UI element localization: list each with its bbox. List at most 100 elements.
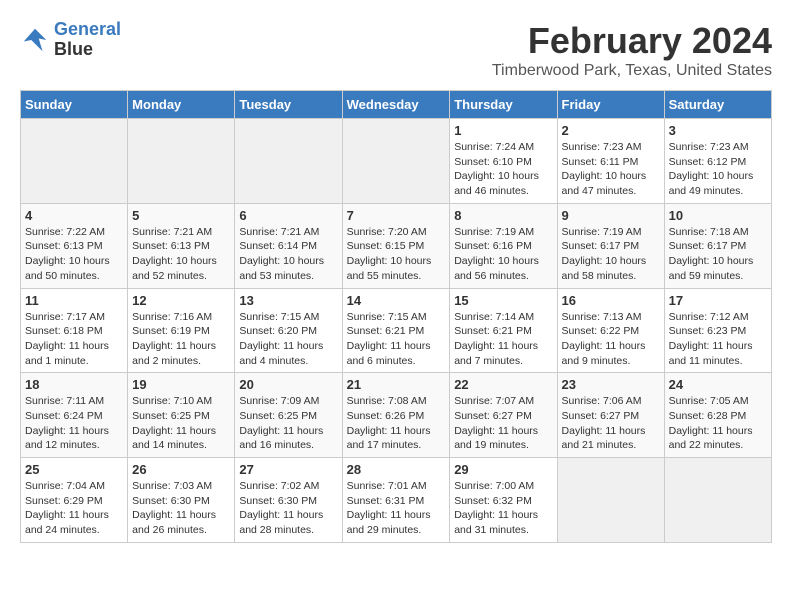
week-row-4: 18 Sunrise: 7:11 AMSunset: 6:24 PMDayligh… — [21, 373, 772, 458]
calendar-cell: 17Sunrise: 7:12 AMSunset: 6:23 PMDayligh… — [664, 288, 771, 373]
day-number: 7 — [347, 208, 446, 223]
day-header-saturday: Saturday — [664, 91, 771, 119]
day-info: Sunrise: 7:21 AMSunset: 6:14 PMDaylight:… — [239, 225, 337, 284]
day-info: Sunrise: 7:01 AMSunset: 6:31 PMDaylight:… — [347, 479, 446, 538]
day-number: 19 — [132, 377, 230, 392]
calendar-cell: 16 Sunrise: 7:13 AMSunset: 6:22 PMDayligh… — [557, 288, 664, 373]
day-info: Sunrise: 7:03 AMSunset: 6:30 PMDaylight:… — [132, 479, 230, 538]
calendar-cell: 3 Sunrise: 7:23 AMSunset: 6:12 PMDaylight… — [664, 119, 771, 204]
calendar-cell: 9 Sunrise: 7:19 AMSunset: 6:17 PMDaylight… — [557, 203, 664, 288]
header: GeneralBlue February 2024 Timberwood Par… — [20, 20, 772, 80]
calendar-cell: 14 Sunrise: 7:15 AMSunset: 6:21 PMDayligh… — [342, 288, 450, 373]
day-info: Sunrise: 7:11 AMSunset: 6:24 PMDaylight:… — [25, 394, 123, 453]
calendar-cell: 27 Sunrise: 7:02 AMSunset: 6:30 PMDayligh… — [235, 458, 342, 543]
day-info: Sunrise: 7:18 AMSunset: 6:17 PMDaylight:… — [669, 225, 767, 284]
day-info: Sunrise: 7:07 AMSunset: 6:27 PMDaylight:… — [454, 394, 552, 453]
calendar-table: SundayMondayTuesdayWednesdayThursdayFrid… — [20, 90, 772, 543]
day-info: Sunrise: 7:19 AMSunset: 6:17 PMDaylight:… — [562, 225, 660, 284]
week-row-1: 1 Sunrise: 7:24 AMSunset: 6:10 PMDaylight… — [21, 119, 772, 204]
day-info: Sunrise: 7:13 AMSunset: 6:22 PMDaylight:… — [562, 310, 660, 369]
calendar-cell: 20 Sunrise: 7:09 AMSunset: 6:25 PMDayligh… — [235, 373, 342, 458]
day-info: Sunrise: 7:23 AMSunset: 6:12 PMDaylight:… — [669, 140, 767, 199]
day-info: Sunrise: 7:21 AMSunset: 6:13 PMDaylight:… — [132, 225, 230, 284]
calendar-cell: 18 Sunrise: 7:11 AMSunset: 6:24 PMDayligh… — [21, 373, 128, 458]
day-info: Sunrise: 7:02 AMSunset: 6:30 PMDaylight:… — [239, 479, 337, 538]
day-number: 25 — [25, 462, 123, 477]
day-info: Sunrise: 7:20 AMSunset: 6:15 PMDaylight:… — [347, 225, 446, 284]
week-row-3: 11 Sunrise: 7:17 AMSunset: 6:18 PMDayligh… — [21, 288, 772, 373]
day-info: Sunrise: 7:15 AMSunset: 6:21 PMDaylight:… — [347, 310, 446, 369]
logo-text: GeneralBlue — [54, 20, 121, 60]
calendar-cell: 23 Sunrise: 7:06 AMSunset: 6:27 PMDayligh… — [557, 373, 664, 458]
day-number: 23 — [562, 377, 660, 392]
calendar-cell: 24 Sunrise: 7:05 AMSunset: 6:28 PMDayligh… — [664, 373, 771, 458]
day-header-monday: Monday — [128, 91, 235, 119]
day-header-sunday: Sunday — [21, 91, 128, 119]
day-number: 11 — [25, 293, 123, 308]
day-info: Sunrise: 7:06 AMSunset: 6:27 PMDaylight:… — [562, 394, 660, 453]
calendar-cell: 22Sunrise: 7:07 AMSunset: 6:27 PMDayligh… — [450, 373, 557, 458]
calendar-header-row: SundayMondayTuesdayWednesdayThursdayFrid… — [21, 91, 772, 119]
calendar-cell — [557, 458, 664, 543]
calendar-cell: 10 Sunrise: 7:18 AMSunset: 6:17 PMDayligh… — [664, 203, 771, 288]
location-title: Timberwood Park, Texas, United States — [492, 62, 772, 80]
week-row-5: 25Sunrise: 7:04 AMSunset: 6:29 PMDayligh… — [21, 458, 772, 543]
calendar-body: 1 Sunrise: 7:24 AMSunset: 6:10 PMDaylight… — [21, 119, 772, 543]
day-number: 3 — [669, 123, 767, 138]
day-info: Sunrise: 7:08 AMSunset: 6:26 PMDaylight:… — [347, 394, 446, 453]
calendar-cell: 13Sunrise: 7:15 AMSunset: 6:20 PMDayligh… — [235, 288, 342, 373]
day-info: Sunrise: 7:23 AMSunset: 6:11 PMDaylight:… — [562, 140, 660, 199]
calendar-cell — [235, 119, 342, 204]
day-info: Sunrise: 7:16 AMSunset: 6:19 PMDaylight:… — [132, 310, 230, 369]
calendar-cell: 29 Sunrise: 7:00 AMSunset: 6:32 PMDayligh… — [450, 458, 557, 543]
calendar-cell: 28Sunrise: 7:01 AMSunset: 6:31 PMDayligh… — [342, 458, 450, 543]
day-info: Sunrise: 7:14 AMSunset: 6:21 PMDaylight:… — [454, 310, 552, 369]
day-number: 2 — [562, 123, 660, 138]
calendar-cell — [664, 458, 771, 543]
calendar-cell: 26Sunrise: 7:03 AMSunset: 6:30 PMDayligh… — [128, 458, 235, 543]
day-number: 15 — [454, 293, 552, 308]
day-info: Sunrise: 7:10 AMSunset: 6:25 PMDaylight:… — [132, 394, 230, 453]
logo-icon — [20, 25, 50, 55]
day-number: 5 — [132, 208, 230, 223]
day-info: Sunrise: 7:17 AMSunset: 6:18 PMDaylight:… — [25, 310, 123, 369]
calendar-cell: 1 Sunrise: 7:24 AMSunset: 6:10 PMDaylight… — [450, 119, 557, 204]
calendar-cell: 15 Sunrise: 7:14 AMSunset: 6:21 PMDayligh… — [450, 288, 557, 373]
week-row-2: 4 Sunrise: 7:22 AMSunset: 6:13 PMDaylight… — [21, 203, 772, 288]
calendar-cell: 21 Sunrise: 7:08 AMSunset: 6:26 PMDayligh… — [342, 373, 450, 458]
calendar-cell — [128, 119, 235, 204]
day-number: 10 — [669, 208, 767, 223]
day-info: Sunrise: 7:00 AMSunset: 6:32 PMDaylight:… — [454, 479, 552, 538]
day-number: 16 — [562, 293, 660, 308]
day-info: Sunrise: 7:05 AMSunset: 6:28 PMDaylight:… — [669, 394, 767, 453]
day-info: Sunrise: 7:19 AMSunset: 6:16 PMDaylight:… — [454, 225, 552, 284]
day-number: 20 — [239, 377, 337, 392]
calendar-cell: 7 Sunrise: 7:20 AMSunset: 6:15 PMDaylight… — [342, 203, 450, 288]
month-title: February 2024 — [492, 20, 772, 62]
calendar-cell — [342, 119, 450, 204]
day-number: 18 — [25, 377, 123, 392]
day-number: 12 — [132, 293, 230, 308]
day-header-tuesday: Tuesday — [235, 91, 342, 119]
calendar-cell: 25Sunrise: 7:04 AMSunset: 6:29 PMDayligh… — [21, 458, 128, 543]
day-number: 27 — [239, 462, 337, 477]
calendar-cell: 8 Sunrise: 7:19 AMSunset: 6:16 PMDaylight… — [450, 203, 557, 288]
title-area: February 2024 Timberwood Park, Texas, Un… — [492, 20, 772, 80]
day-number: 1 — [454, 123, 552, 138]
calendar-cell: 4 Sunrise: 7:22 AMSunset: 6:13 PMDaylight… — [21, 203, 128, 288]
day-number: 14 — [347, 293, 446, 308]
day-number: 8 — [454, 208, 552, 223]
day-info: Sunrise: 7:24 AMSunset: 6:10 PMDaylight:… — [454, 140, 552, 199]
logo: GeneralBlue — [20, 20, 121, 60]
day-number: 29 — [454, 462, 552, 477]
calendar-cell: 12 Sunrise: 7:16 AMSunset: 6:19 PMDayligh… — [128, 288, 235, 373]
day-number: 4 — [25, 208, 123, 223]
calendar-cell: 6Sunrise: 7:21 AMSunset: 6:14 PMDaylight… — [235, 203, 342, 288]
day-info: Sunrise: 7:09 AMSunset: 6:25 PMDaylight:… — [239, 394, 337, 453]
calendar-cell: 19 Sunrise: 7:10 AMSunset: 6:25 PMDayligh… — [128, 373, 235, 458]
day-info: Sunrise: 7:22 AMSunset: 6:13 PMDaylight:… — [25, 225, 123, 284]
day-number: 9 — [562, 208, 660, 223]
day-number: 21 — [347, 377, 446, 392]
calendar-cell — [21, 119, 128, 204]
day-number: 24 — [669, 377, 767, 392]
